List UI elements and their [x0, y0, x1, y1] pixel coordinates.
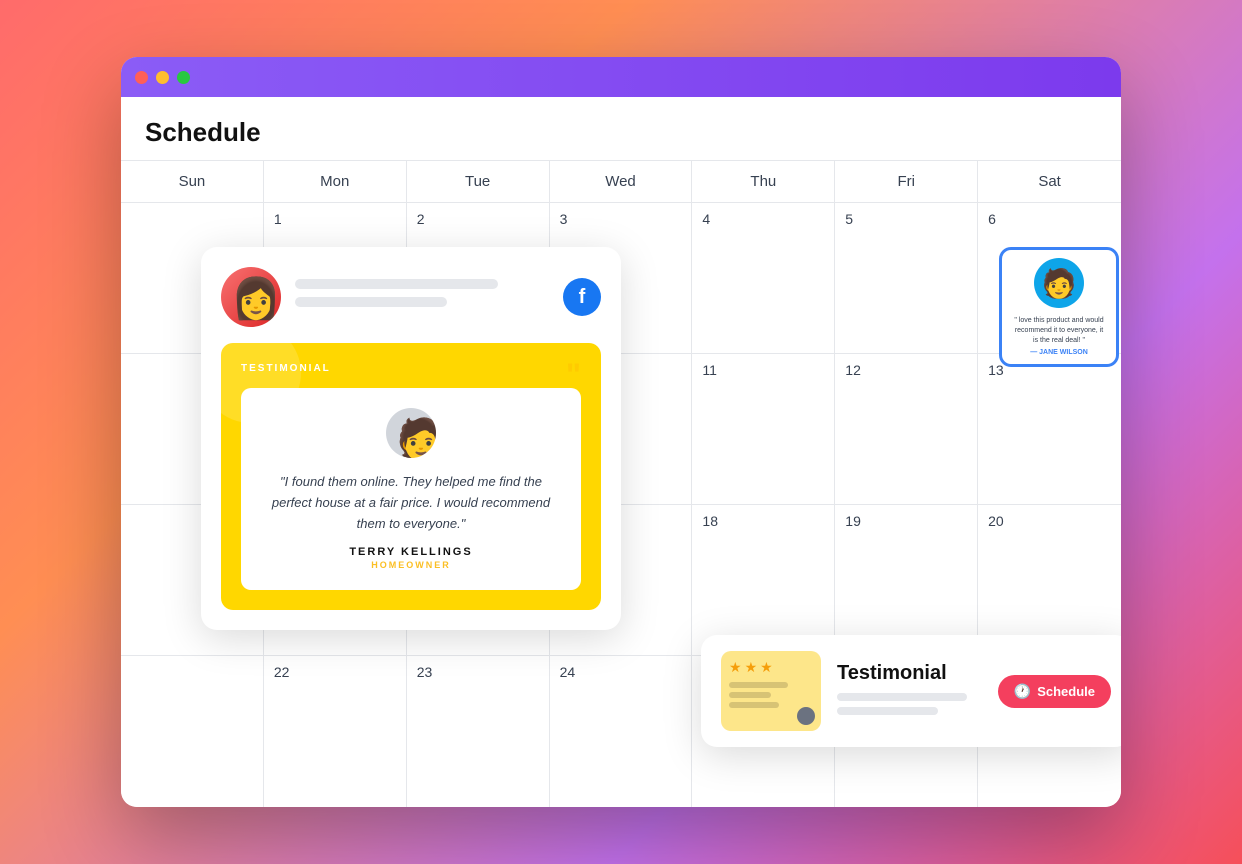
schedule-page: Schedule Sun Mon Tue Wed Thu Fri Sat 1	[121, 97, 1121, 807]
testimonial-avatar	[386, 408, 436, 458]
calendar-header: Sun Mon Tue Wed Thu Fri Sat	[121, 161, 1121, 203]
testimonial-label: TESTIMONIAL	[241, 363, 581, 374]
card-top: f	[221, 267, 601, 327]
browser-titlebar	[121, 57, 1121, 97]
quote-mark-icon: "	[566, 357, 581, 394]
bottom-testimonial-popup: ★ ★ ★ Testimonial 🕐	[701, 635, 1121, 747]
star-2: ★	[745, 659, 758, 676]
cell-r2-thu: 11	[692, 354, 835, 504]
day-header-mon: Mon	[264, 161, 407, 202]
maximize-button[interactable]	[177, 71, 190, 84]
cell-r1-fri: 5	[835, 203, 978, 353]
popup-content: Testimonial	[837, 662, 982, 721]
star-rating: ★ ★ ★	[729, 659, 813, 676]
browser-content: Schedule Sun Mon Tue Wed Thu Fri Sat 1	[121, 97, 1121, 807]
card-text-lines	[295, 279, 549, 315]
star-3: ★	[760, 659, 773, 676]
day-header-sun: Sun	[121, 161, 264, 202]
popup-line-1	[837, 693, 967, 701]
popup-line-2	[837, 707, 938, 715]
close-button[interactable]	[135, 71, 148, 84]
cell-r4-sun	[121, 656, 264, 807]
schedule-header: Schedule	[121, 97, 1121, 161]
inner-card-content: "I found them online. They helped me fin…	[241, 388, 581, 590]
blue-card-author: — JANE WILSON	[1010, 349, 1108, 356]
star-1: ★	[729, 659, 742, 676]
popup-title: Testimonial	[837, 662, 982, 685]
avatar	[221, 267, 281, 327]
minimize-button[interactable]	[156, 71, 169, 84]
testimonial-card-large: f TESTIMONIAL " "I found them online. Th…	[201, 247, 621, 630]
thumb-avatar	[797, 707, 815, 725]
blue-card-avatar: 🧑	[1034, 258, 1084, 308]
inner-testimonial-card: TESTIMONIAL " "I found them online. They…	[221, 343, 601, 610]
schedule-btn-label: Schedule	[1037, 684, 1095, 699]
author-name: TERRY KELLINGS	[261, 546, 561, 558]
subtitle-line	[295, 297, 447, 307]
day-header-wed: Wed	[550, 161, 693, 202]
schedule-button[interactable]: 🕐 Schedule	[998, 675, 1111, 708]
day-header-fri: Fri	[835, 161, 978, 202]
name-line	[295, 279, 498, 289]
cell-r4-wed: 24	[550, 656, 693, 807]
cell-r1-thu: 4	[692, 203, 835, 353]
cell-r4-mon: 22	[264, 656, 407, 807]
day-header-sat: Sat	[978, 161, 1121, 202]
cell-r2-sat: 13	[978, 354, 1121, 504]
page-title: Schedule	[145, 117, 1097, 148]
day-header-thu: Thu	[692, 161, 835, 202]
facebook-icon: f	[563, 278, 601, 316]
cell-r3-thu: 18	[692, 505, 835, 655]
browser-window: Schedule Sun Mon Tue Wed Thu Fri Sat 1	[121, 57, 1121, 807]
cell-r2-fri: 12	[835, 354, 978, 504]
blue-testimonial-card: 🧑 " love this product and would recommen…	[999, 247, 1119, 367]
blue-card-quote: " love this product and would recommend …	[1010, 316, 1108, 345]
author-role: HOMEOWNER	[261, 560, 561, 570]
thumb-line-1	[729, 682, 788, 688]
day-header-tue: Tue	[407, 161, 550, 202]
cell-r4-tue: 23	[407, 656, 550, 807]
popup-thumbnail: ★ ★ ★	[721, 651, 821, 731]
thumb-line-2	[729, 692, 771, 698]
cell-r3-fri: 19	[835, 505, 978, 655]
cell-r3-sat: 20	[978, 505, 1121, 655]
thumb-line-3	[729, 702, 779, 708]
clock-icon: 🕐	[1014, 683, 1031, 700]
quote-text: "I found them online. They helped me fin…	[261, 472, 561, 534]
